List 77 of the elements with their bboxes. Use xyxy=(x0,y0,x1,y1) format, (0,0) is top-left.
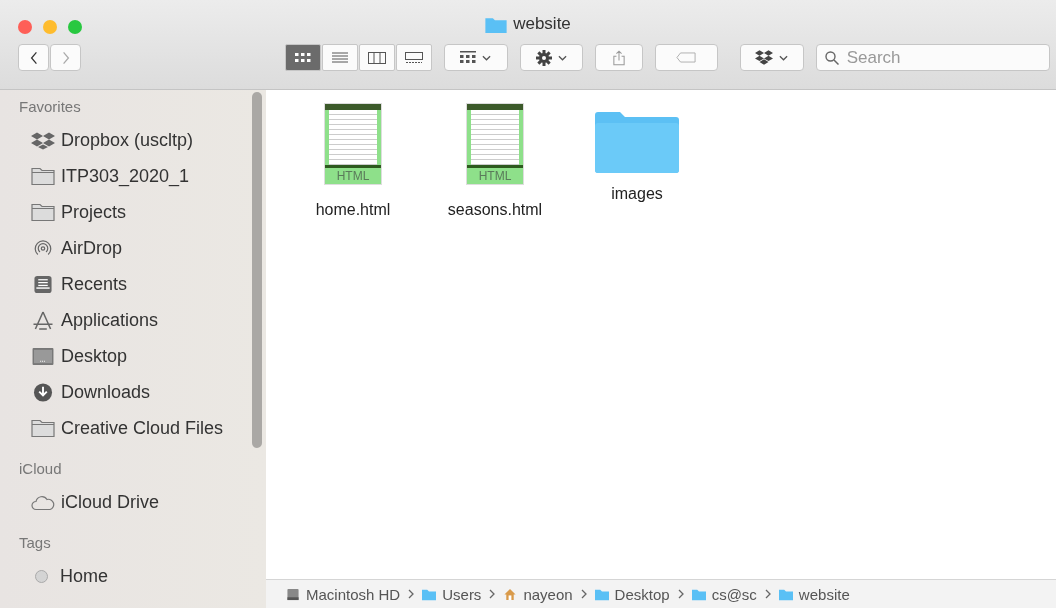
forward-chevron-icon xyxy=(61,50,70,65)
home-icon xyxy=(503,587,518,601)
folder-icon xyxy=(31,202,55,222)
caret-icon xyxy=(482,54,492,61)
section-header: Favorites xyxy=(19,98,82,117)
group-grid-icon xyxy=(460,50,477,65)
html-file-thumbnail: HTML xyxy=(466,103,524,185)
folder-icon xyxy=(422,587,437,601)
downloads-icon xyxy=(31,382,55,402)
folder-icon xyxy=(31,418,55,438)
dropbox-button[interactable] xyxy=(740,44,804,71)
folder-icon xyxy=(485,15,508,33)
sidebar-item[interactable]: Desktop xyxy=(31,338,266,374)
forward-button[interactable] xyxy=(50,44,81,71)
folder-icon xyxy=(594,587,609,601)
search-input[interactable]: Search xyxy=(844,46,1039,69)
desktop-icon xyxy=(31,346,55,366)
back-chevron-icon xyxy=(29,50,38,65)
chevron-icon xyxy=(764,589,771,599)
scrollbar-thumb[interactable] xyxy=(252,92,262,448)
file-item[interactable]: images xyxy=(576,103,698,203)
back-button[interactable] xyxy=(18,44,49,71)
section-header: Tags xyxy=(19,534,52,553)
columns-icon xyxy=(368,51,386,64)
section-header: iCloud xyxy=(19,460,63,479)
sidebar-item[interactable]: Projects xyxy=(31,194,266,230)
sidebar-item[interactable]: ITP303_2020_1 xyxy=(31,158,266,194)
path-item[interactable]: nayeon xyxy=(503,585,573,603)
applications-icon xyxy=(31,310,55,330)
file-item[interactable]: HTML home.html xyxy=(292,103,414,219)
sidebar-item[interactable]: Dropbox (uscltp) xyxy=(31,122,266,158)
sidebar-item[interactable]: iCloud Drive xyxy=(31,484,266,520)
window-title: website xyxy=(513,14,571,34)
list-icon xyxy=(332,51,348,64)
chevron-icon xyxy=(580,589,587,599)
tag-button[interactable] xyxy=(654,44,719,71)
folder-icon xyxy=(778,587,793,601)
view-mode-button[interactable] xyxy=(285,44,321,71)
path-item[interactable]: Desktop xyxy=(594,585,670,603)
html-file-thumbnail: HTML xyxy=(324,103,382,185)
path-item[interactable]: Macintosh HD xyxy=(286,585,401,603)
sidebar-item[interactable]: Home xyxy=(31,558,266,594)
path-item[interactable]: cs@sc xyxy=(691,585,757,603)
path-item[interactable]: Users xyxy=(422,585,482,603)
caret-icon xyxy=(779,54,789,61)
close-button[interactable] xyxy=(18,20,32,34)
gear-icon xyxy=(535,49,552,66)
sidebar-item[interactable]: Recents xyxy=(31,266,266,302)
sidebar-item[interactable]: Applications xyxy=(31,302,266,338)
chevron-icon xyxy=(677,589,684,599)
sidebar-item[interactable]: Downloads xyxy=(31,374,266,410)
share-button[interactable] xyxy=(595,44,643,71)
chevron-icon xyxy=(408,589,415,599)
action-button[interactable] xyxy=(519,44,584,71)
sidebar-item[interactable]: AirDrop xyxy=(31,230,266,266)
file-item[interactable]: HTML seasons.html xyxy=(434,103,556,219)
caret-icon xyxy=(557,54,567,61)
icon-grid-icon xyxy=(295,51,311,64)
view-mode-button[interactable] xyxy=(359,44,395,71)
view-mode-button[interactable] xyxy=(396,44,432,71)
folder-icon xyxy=(31,166,55,186)
dropbox-icon xyxy=(755,50,774,65)
dropbox-icon xyxy=(31,130,55,150)
folder-icon xyxy=(595,111,679,173)
gallery-icon xyxy=(405,51,423,64)
folder-icon xyxy=(691,587,706,601)
chevron-icon xyxy=(489,589,496,599)
minimize-button[interactable] xyxy=(43,20,57,34)
group-button[interactable] xyxy=(444,44,508,71)
tag-icon xyxy=(676,52,697,63)
sidebar-item[interactable]: Creative Cloud Files xyxy=(31,410,266,446)
share-icon xyxy=(612,49,625,66)
zoom-button[interactable] xyxy=(68,20,82,34)
path-item[interactable]: website xyxy=(778,585,850,603)
search-icon xyxy=(824,50,839,65)
search-field[interactable]: Search xyxy=(815,44,1050,71)
recents-icon xyxy=(31,274,55,294)
